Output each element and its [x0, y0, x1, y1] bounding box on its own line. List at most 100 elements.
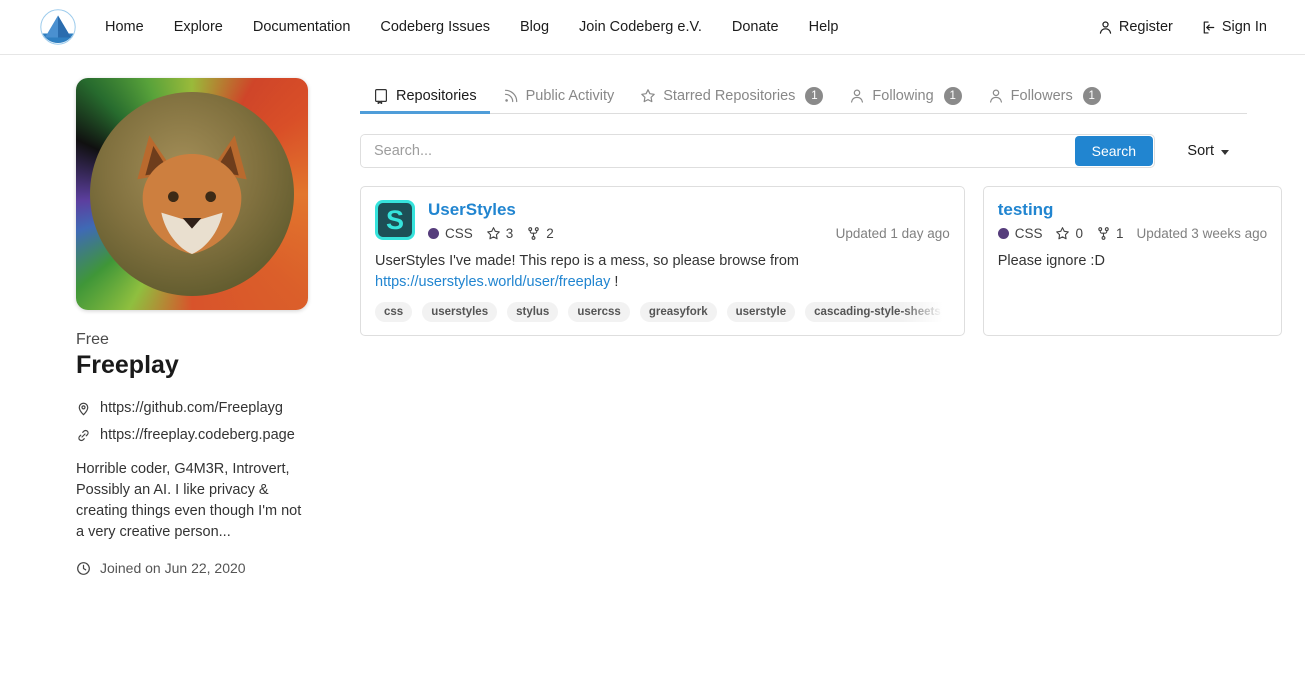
profile-location-row: https://github.com/Freeplayg [76, 400, 308, 416]
language-dot [998, 228, 1009, 239]
repo-description: UserStyles I've made! This repo is a mes… [375, 251, 950, 293]
starred-count-badge: 1 [805, 87, 823, 105]
repo-topics: css userstyles stylus usercss greasyfork… [375, 302, 950, 322]
tab-following[interactable]: Following 1 [836, 78, 974, 113]
repo-updated-text: Updated 1 day ago [836, 226, 950, 241]
person-icon [988, 88, 1004, 104]
tab-public-activity[interactable]: Public Activity [490, 78, 628, 113]
fork-count: 2 [546, 226, 554, 241]
profile-joined-text: Joined on Jun 22, 2020 [100, 560, 246, 576]
repo-meta-row: CSS 0 1 Updat [998, 226, 1267, 241]
followers-count-badge: 1 [1083, 87, 1101, 105]
link-icon [76, 428, 91, 443]
topic-tag[interactable]: usercss [568, 302, 629, 322]
repo-header: testing CSS 0 [998, 200, 1267, 241]
profile-tabs: Repositories Public Activity Starred Rep… [360, 78, 1247, 114]
repository-list: S UserStyles CSS 3 [360, 186, 1247, 336]
repo-description-suffix: ! [610, 274, 618, 290]
chevron-down-icon [1221, 150, 1229, 155]
profile-website-link[interactable]: https://freeplay.codeberg.page [100, 427, 295, 443]
repo-card-testing: testing CSS 0 [983, 186, 1282, 336]
topic-tag[interactable]: css [375, 302, 412, 322]
language-label: CSS [1015, 226, 1043, 241]
repo-card-userstyles: S UserStyles CSS 3 [360, 186, 965, 336]
tab-followers-label: Followers [1011, 88, 1073, 104]
navbar-right: Register Sign In [1086, 19, 1267, 35]
tab-starred-repositories[interactable]: Starred Repositories 1 [627, 78, 836, 113]
profile-website-row: https://freeplay.codeberg.page [76, 427, 308, 443]
nav-item-blog[interactable]: Blog [505, 0, 564, 54]
topic-tag[interactable]: stylus [507, 302, 558, 322]
search-input[interactable] [361, 135, 1074, 167]
rss-icon [503, 88, 519, 104]
fork-count: 1 [1116, 226, 1124, 241]
top-navbar: Home Explore Documentation Codeberg Issu… [0, 0, 1305, 55]
repo-search-row: Search Sort [360, 134, 1247, 168]
person-icon [1098, 20, 1113, 35]
git-fork-icon [526, 226, 541, 241]
tab-repositories[interactable]: Repositories [360, 78, 490, 113]
profile-main: Repositories Public Activity Starred Rep… [360, 78, 1247, 576]
topic-tag[interactable]: cascading-style-sheets [805, 302, 950, 322]
repo-meta-row: CSS 3 2 Updat [428, 226, 950, 241]
profile-page: Free Freeplay https://github.com/Freepla… [0, 55, 1305, 576]
profile-username: Freeplay [76, 351, 308, 380]
profile-full-name: Free [76, 331, 308, 349]
language-dot [428, 228, 439, 239]
sort-label: Sort [1187, 143, 1214, 159]
repo-title-link[interactable]: UserStyles [428, 200, 516, 220]
following-count-badge: 1 [944, 87, 962, 105]
sign-in-button[interactable]: Sign In [1189, 19, 1267, 35]
profile-location-text: https://github.com/Freeplayg [100, 400, 283, 416]
repo-title-link[interactable]: testing [998, 200, 1054, 220]
tab-followers[interactable]: Followers 1 [975, 78, 1114, 113]
user-avatar [76, 78, 308, 310]
tab-following-label: Following [872, 88, 933, 104]
nav-item-explore[interactable]: Explore [159, 0, 238, 54]
language-label: CSS [445, 226, 473, 241]
repo-description-link[interactable]: https://userstyles.world/user/freeplay [375, 274, 610, 290]
repo-icon [373, 88, 389, 104]
tab-public-activity-label: Public Activity [526, 88, 615, 104]
main-navigation: Home Explore Documentation Codeberg Issu… [90, 0, 853, 54]
sort-dropdown[interactable]: Sort [1187, 143, 1229, 159]
avatar-fox-image [90, 92, 294, 296]
star-icon [486, 226, 501, 241]
nav-item-home[interactable]: Home [90, 0, 159, 54]
sign-in-icon [1201, 20, 1216, 35]
repo-updated-text: Updated 3 weeks ago [1137, 226, 1268, 241]
star-icon [1055, 226, 1070, 241]
register-label: Register [1119, 19, 1173, 35]
search-button[interactable]: Search [1075, 136, 1153, 166]
repo-description-text: UserStyles I've made! This repo is a mes… [375, 253, 799, 269]
repo-header: S UserStyles CSS 3 [375, 200, 950, 241]
clock-icon [76, 561, 91, 576]
star-count: 0 [1075, 226, 1083, 241]
repo-header-text: testing CSS 0 [998, 200, 1267, 241]
nav-item-donate[interactable]: Donate [717, 0, 794, 54]
tab-starred-label: Starred Repositories [663, 88, 795, 104]
map-pin-icon [76, 401, 91, 416]
repo-header-text: UserStyles CSS 3 [428, 200, 950, 241]
nav-item-join-codeberg[interactable]: Join Codeberg e.V. [564, 0, 717, 54]
topic-tag[interactable]: userstyles [422, 302, 497, 322]
profile-details: https://github.com/Freeplayg https://fre… [76, 400, 308, 443]
topic-tag[interactable]: greasyfork [640, 302, 717, 322]
git-fork-icon [1096, 226, 1111, 241]
star-count: 3 [506, 226, 514, 241]
repo-description: Please ignore :D [998, 251, 1267, 272]
register-button[interactable]: Register [1086, 19, 1185, 35]
nav-item-documentation[interactable]: Documentation [238, 0, 366, 54]
profile-sidebar: Free Freeplay https://github.com/Freepla… [76, 78, 308, 576]
codeberg-logo-icon[interactable] [40, 9, 76, 45]
nav-item-codeberg-issues[interactable]: Codeberg Issues [365, 0, 505, 54]
profile-joined-row: Joined on Jun 22, 2020 [76, 560, 308, 576]
sign-in-label: Sign In [1222, 19, 1267, 35]
star-icon [640, 88, 656, 104]
profile-bio: Horrible coder, G4M3R, Introvert, Possib… [76, 459, 308, 543]
repo-avatar-stylus-logo: S [375, 200, 415, 240]
tab-repositories-label: Repositories [396, 88, 477, 104]
search-input-group: Search [360, 134, 1155, 168]
topic-tag[interactable]: userstyle [727, 302, 796, 322]
nav-item-help[interactable]: Help [794, 0, 854, 54]
